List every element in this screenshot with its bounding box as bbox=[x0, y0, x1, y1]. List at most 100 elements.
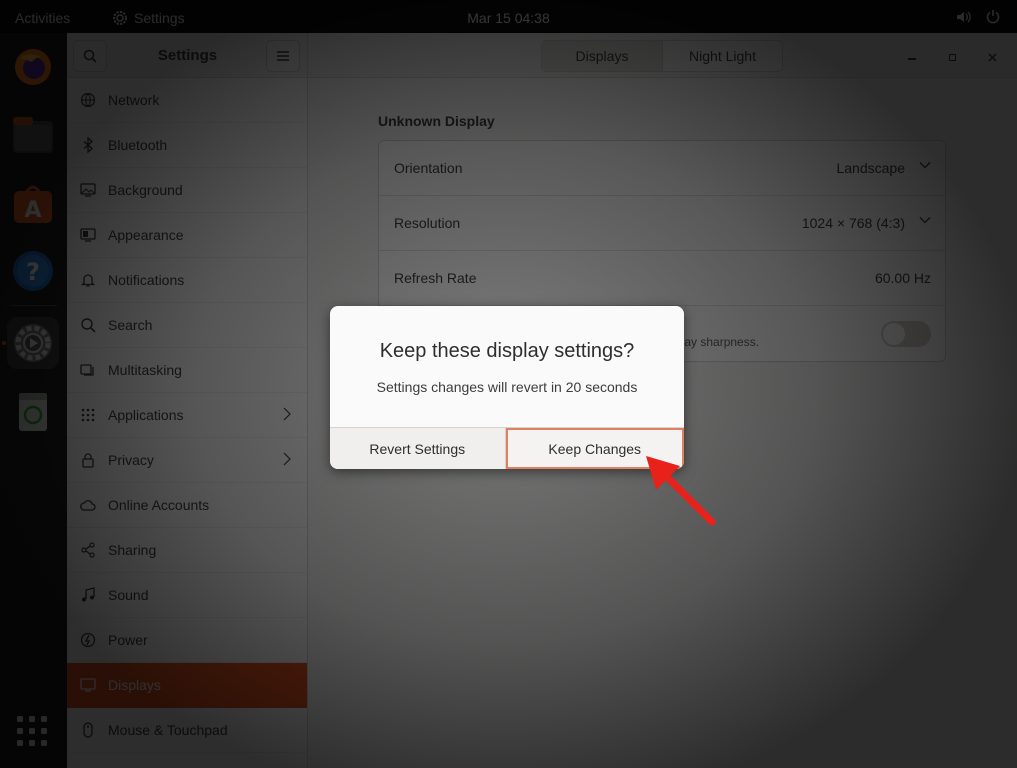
dock-firefox[interactable] bbox=[7, 41, 59, 93]
dock-trash[interactable] bbox=[7, 385, 59, 437]
dock-separator bbox=[10, 305, 57, 306]
sidebar-item-notifications[interactable]: Notifications bbox=[67, 258, 307, 303]
sidebar-item-label: Search bbox=[108, 317, 153, 333]
orientation-label: Orientation bbox=[394, 160, 463, 176]
sidebar-item-network[interactable]: Network bbox=[67, 78, 307, 123]
trash-icon bbox=[19, 393, 47, 431]
resolution-label: Resolution bbox=[394, 215, 461, 231]
dialog-message: Settings changes will revert in 20 secon… bbox=[376, 379, 638, 395]
orientation-value: Landscape bbox=[836, 160, 905, 176]
mouse-icon bbox=[80, 722, 96, 738]
close-icon bbox=[988, 53, 996, 61]
maximize-button[interactable] bbox=[941, 46, 963, 68]
svg-text:?: ? bbox=[26, 258, 40, 286]
activities-button[interactable]: Activities bbox=[15, 10, 70, 26]
main-menu-button[interactable] bbox=[266, 40, 300, 72]
sidebar-item-search[interactable]: Search bbox=[67, 303, 307, 348]
minimize-icon bbox=[908, 58, 916, 60]
sidebar-item-online-accounts[interactable]: Online Accounts bbox=[67, 483, 307, 528]
software-icon: A bbox=[14, 185, 52, 223]
header-bar: Settings Displays Night Light bbox=[67, 33, 1017, 78]
sidebar-item-background[interactable]: Background bbox=[67, 168, 307, 213]
power-icon bbox=[80, 632, 96, 648]
search-icon bbox=[80, 317, 96, 333]
sidebar-item-sound[interactable]: Sound bbox=[67, 573, 307, 618]
appearance-icon bbox=[80, 227, 96, 243]
chevron-right-icon bbox=[283, 452, 291, 466]
keep-changes-button[interactable]: Keep Changes bbox=[505, 428, 684, 469]
hamburger-icon bbox=[277, 51, 289, 61]
sidebar-item-label: Online Accounts bbox=[108, 497, 210, 513]
dock-settings[interactable] bbox=[7, 317, 59, 369]
gear-icon bbox=[113, 11, 127, 25]
tab-displays[interactable]: Displays bbox=[542, 41, 662, 71]
close-button[interactable] bbox=[981, 46, 1003, 68]
revert-settings-button[interactable]: Revert Settings bbox=[330, 428, 506, 469]
chevron-right-icon bbox=[283, 407, 291, 421]
bluetooth-icon bbox=[80, 137, 96, 153]
files-icon bbox=[13, 117, 53, 153]
resolution-row[interactable]: Resolution 1024 × 768 (4:3) bbox=[379, 196, 945, 251]
sidebar-item-mouse-touchpad[interactable]: Mouse & Touchpad bbox=[67, 708, 307, 753]
music-note-icon bbox=[80, 587, 96, 603]
sidebar: Network Bluetooth Background Appearance … bbox=[67, 78, 308, 768]
sidebar-item-label: Notifications bbox=[108, 272, 185, 288]
maximize-icon bbox=[948, 53, 956, 61]
sidebar-item-label: Privacy bbox=[108, 452, 154, 468]
refresh-rate-label: Refresh Rate bbox=[394, 270, 477, 286]
app-name: Settings bbox=[134, 10, 185, 26]
background-icon bbox=[80, 182, 96, 198]
orientation-row[interactable]: Orientation Landscape bbox=[379, 141, 945, 196]
display-name: Unknown Display bbox=[378, 113, 495, 129]
grid-icon bbox=[80, 407, 96, 423]
cloud-icon bbox=[80, 497, 96, 513]
fractional-scaling-switch[interactable] bbox=[881, 321, 931, 347]
sidebar-item-label: Background bbox=[108, 182, 183, 198]
multitasking-icon bbox=[80, 362, 96, 378]
firefox-icon bbox=[15, 49, 51, 85]
sidebar-item-appearance[interactable]: Appearance bbox=[67, 213, 307, 258]
sidebar-item-applications[interactable]: Applications bbox=[67, 393, 307, 438]
dialog-title: Keep these display settings? bbox=[379, 340, 635, 362]
sidebar-item-sharing[interactable]: Sharing bbox=[67, 528, 307, 573]
refresh-rate-value: 60.00 Hz bbox=[874, 270, 931, 286]
sidebar-item-label: Appearance bbox=[108, 227, 184, 243]
chevron-down-icon bbox=[919, 162, 931, 169]
sidebar-item-privacy[interactable]: Privacy bbox=[67, 438, 307, 483]
help-icon: ? bbox=[13, 251, 53, 291]
dock: A ? bbox=[0, 33, 67, 768]
sidebar-item-multitasking[interactable]: Multitasking bbox=[67, 348, 307, 393]
view-switcher: Displays Night Light bbox=[541, 40, 783, 72]
sidebar-item-label: Mouse & Touchpad bbox=[108, 722, 228, 738]
volume-icon bbox=[957, 11, 971, 23]
sidebar-item-label: Power bbox=[108, 632, 148, 648]
sidebar-item-label: Sound bbox=[108, 587, 149, 603]
minimize-button[interactable] bbox=[901, 46, 923, 68]
confirm-display-dialog: Keep these display settings? Settings ch… bbox=[330, 306, 684, 469]
resolution-value: 1024 × 768 (4:3) bbox=[801, 215, 905, 231]
sidebar-item-bluetooth[interactable]: Bluetooth bbox=[67, 123, 307, 168]
dialog-buttons: Revert Settings Keep Changes bbox=[330, 427, 684, 469]
dock-help[interactable]: ? bbox=[7, 245, 59, 297]
sidebar-item-label: Displays bbox=[108, 677, 161, 693]
sidebar-item-label: Multitasking bbox=[108, 362, 182, 378]
sidebar-header: Settings bbox=[67, 33, 308, 78]
sidebar-item-power[interactable]: Power bbox=[67, 618, 307, 663]
sidebar-item-displays[interactable]: Displays bbox=[67, 663, 307, 708]
sidebar-item-label: Applications bbox=[108, 407, 184, 423]
chevron-down-icon bbox=[919, 217, 931, 224]
sidebar-item-label: Sharing bbox=[108, 542, 157, 558]
running-indicator bbox=[2, 341, 6, 345]
dock-files[interactable] bbox=[7, 109, 59, 161]
share-icon bbox=[80, 542, 96, 558]
dock-software[interactable]: A bbox=[7, 177, 59, 229]
refresh-rate-row[interactable]: Refresh Rate 60.00 Hz bbox=[379, 251, 945, 306]
lock-icon bbox=[80, 452, 96, 468]
app-menu[interactable]: Settings bbox=[112, 10, 185, 26]
top-bar: Activities Settings Mar 15 04:38 bbox=[0, 0, 1017, 33]
tab-night-light[interactable]: Night Light bbox=[662, 41, 782, 71]
show-apps-button[interactable] bbox=[16, 715, 48, 752]
system-tray[interactable] bbox=[955, 9, 1001, 25]
switch-knob bbox=[883, 323, 905, 345]
sidebar-item-label: Network bbox=[108, 92, 160, 108]
